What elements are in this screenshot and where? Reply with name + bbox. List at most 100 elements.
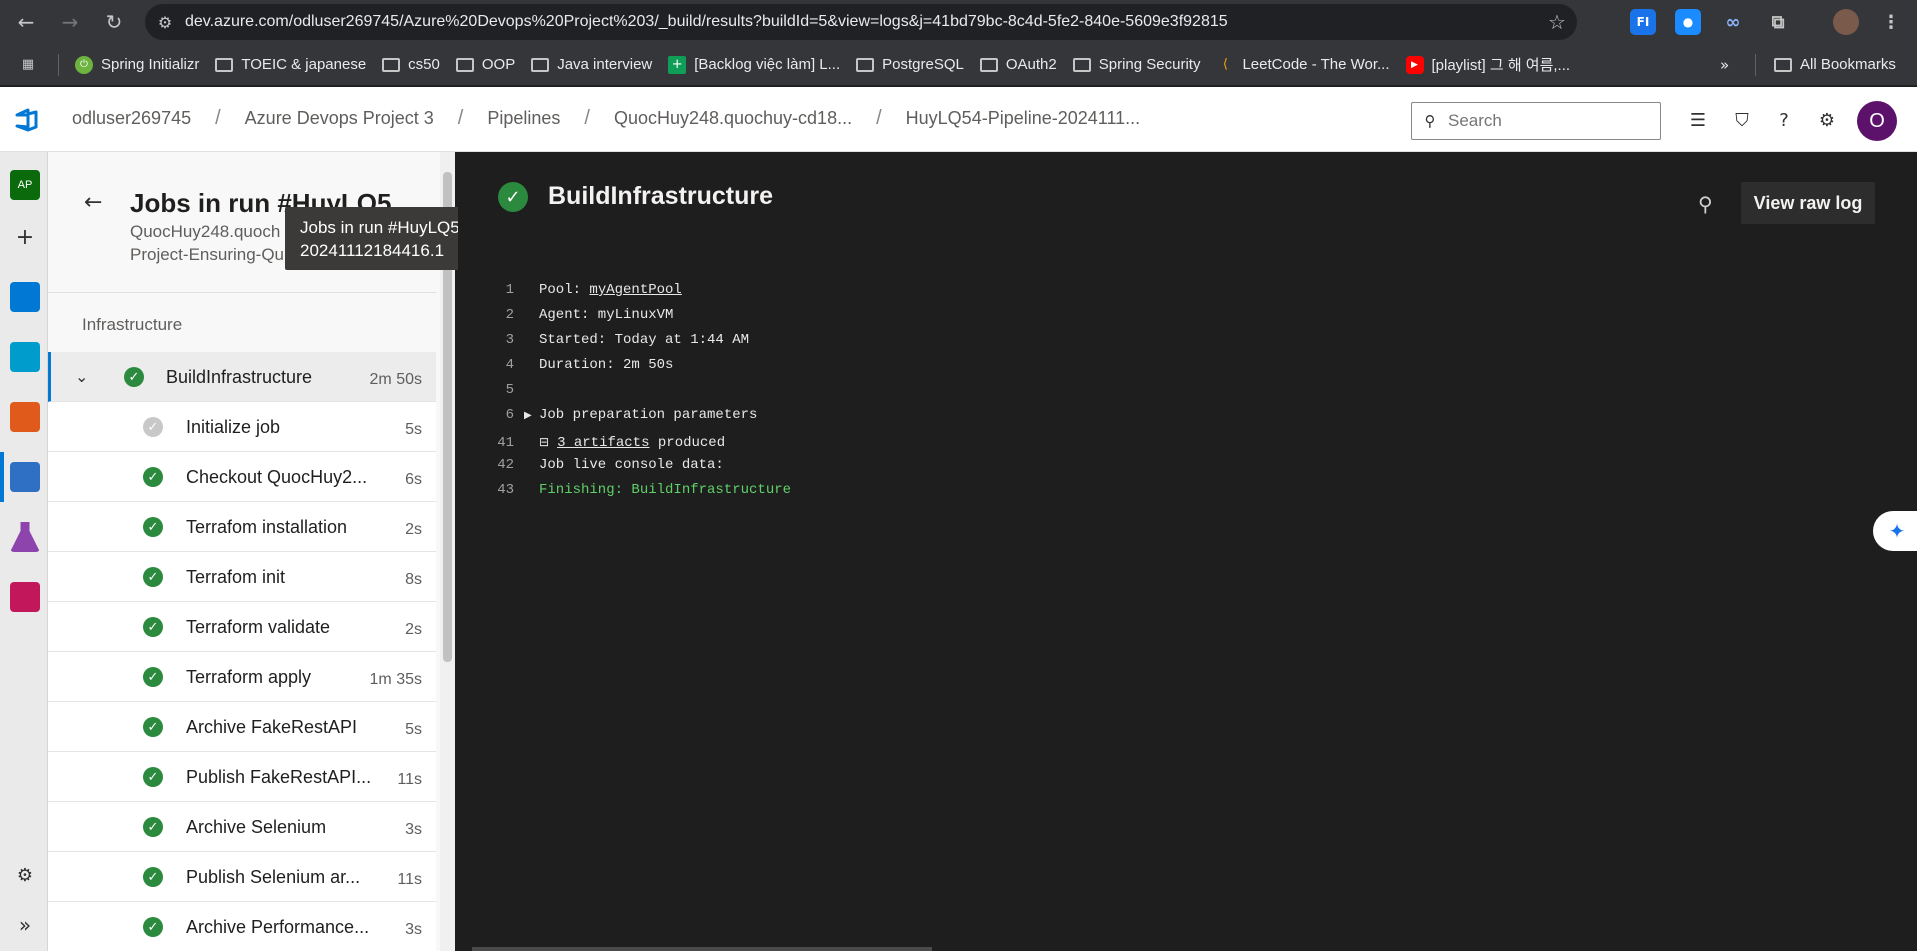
folder-icon (382, 57, 401, 72)
step-row[interactable]: ✓ Publish Selenium ar... 11s (48, 852, 436, 902)
step-row[interactable]: ✓ Terrafom init 8s (48, 552, 436, 602)
artifacts-link[interactable]: 3 artifacts (557, 435, 649, 451)
active-indicator (0, 452, 4, 502)
bookmark-item[interactable]: ⏻ Spring Initializr (67, 49, 207, 81)
success-icon: ✓ (143, 817, 163, 837)
apps-grid-icon[interactable]: ▦ (6, 49, 50, 81)
success-icon: ✓ (498, 182, 528, 212)
search-icon[interactable]: ⚲ (1698, 192, 1713, 216)
bookmark-item[interactable]: ▶ [playlist] 그 해 여름,... (1398, 49, 1579, 81)
extension-fi-icon[interactable]: FI (1630, 9, 1656, 35)
search-input[interactable] (1448, 111, 1648, 131)
breadcrumb-pipeline[interactable]: QuocHuy248.quochuy-cd18... (614, 108, 852, 129)
breadcrumb-pipelines[interactable]: Pipelines (487, 108, 560, 129)
step-name: Archive Performance... (186, 917, 370, 937)
bookmark-item[interactable]: TOEIC & japanese (207, 49, 374, 81)
bookmark-item[interactable]: + [Backlog việc làm] L... (660, 49, 848, 81)
search-box[interactable]: ⚲ (1411, 102, 1661, 140)
expand-triangle-icon[interactable]: ▶ (524, 410, 532, 421)
agent-pool-link[interactable]: myAgentPool (589, 282, 681, 298)
help-icon[interactable]: ? (1771, 107, 1797, 133)
artifacts-icon[interactable] (10, 582, 40, 612)
breadcrumb-org[interactable]: odluser269745 (72, 108, 191, 129)
success-icon: ✓ (143, 867, 163, 887)
step-row[interactable]: ✓ Initialize job 5s (48, 402, 436, 452)
extension-link-icon[interactable]: ∞ (1720, 9, 1746, 35)
bookmark-item[interactable]: Java interview (523, 49, 660, 81)
step-row[interactable]: ✓ Archive Performance... 3s (48, 902, 436, 951)
chevron-down-icon[interactable]: ⌄ (75, 367, 88, 386)
project-settings-icon[interactable]: ⚙ (10, 860, 40, 890)
step-name: Initialize job (186, 417, 281, 437)
add-icon[interactable]: + (10, 222, 40, 252)
user-settings-icon[interactable]: ⚙ (1814, 107, 1840, 133)
expand-rail-icon[interactable]: » (10, 910, 40, 940)
bookmarks-bar: ▦ ⏻ Spring Initializr TOEIC & japanese cs… (0, 44, 1917, 86)
step-row[interactable]: ✓ Publish FakeRestAPI... 11s (48, 752, 436, 802)
task-list-icon[interactable]: ☰ (1685, 107, 1711, 133)
bookmarks-divider (58, 53, 59, 76)
url-text[interactable]: dev.azure.com/odluser269745/Azure%20Devo… (185, 13, 1537, 31)
step-row[interactable]: ✓ Terraform apply 1m 35s (48, 652, 436, 702)
bookmark-item[interactable]: ⟨ LeetCode - The Wor... (1208, 49, 1397, 81)
avatar[interactable]: O (1857, 101, 1897, 141)
view-raw-log-button[interactable]: View raw log (1741, 182, 1875, 224)
breadcrumb-project[interactable]: Azure Devops Project 3 (245, 108, 434, 129)
step-duration: 5s (405, 721, 422, 738)
extension-drop-icon[interactable]: ● (1675, 9, 1701, 35)
step-duration: 11s (397, 771, 422, 788)
folder-icon (1072, 57, 1091, 72)
boards-icon[interactable] (10, 342, 40, 372)
log-title: BuildInfrastructure (548, 182, 774, 210)
step-name: Publish FakeRestAPI... (186, 767, 372, 787)
step-name: Checkout QuocHuy2... (186, 467, 368, 487)
browser-menu-icon[interactable]: ⋮ (1878, 9, 1904, 35)
more-bookmarks-icon[interactable]: » (1712, 49, 1737, 81)
azure-devops-logo-icon[interactable] (14, 107, 40, 133)
step-row[interactable]: ✓ Archive FakeRestAPI 5s (48, 702, 436, 752)
reload-icon[interactable]: ↻ (94, 2, 134, 42)
overview-icon[interactable] (10, 282, 40, 312)
extensions-puzzle-icon[interactable]: ⧉ (1765, 9, 1791, 35)
test-plans-icon[interactable] (10, 522, 40, 552)
back-arrow-icon[interactable]: ← (84, 190, 102, 215)
job-row-buildinfrastructure[interactable]: ⌄ ✓ BuildInfrastructure 2m 50s (48, 352, 436, 402)
line-number: 5 (505, 382, 514, 398)
breadcrumb-separator: / (876, 107, 882, 129)
shopping-bag-icon[interactable]: ⛉ (1729, 107, 1755, 133)
forward-arrow-icon[interactable]: → (50, 2, 90, 42)
copilot-sparkle-icon[interactable]: ✦ (1873, 511, 1917, 551)
step-row[interactable]: ✓ Terraform validate 2s (48, 602, 436, 652)
profile-avatar-icon[interactable] (1833, 9, 1859, 35)
line-number: 42 (497, 457, 514, 473)
pipelines-icon[interactable] (10, 462, 40, 492)
back-arrow-icon[interactable]: ← (6, 2, 46, 42)
line-number: 2 (505, 307, 514, 323)
line-number: 1 (505, 282, 514, 298)
bookmark-item[interactable]: Spring Security (1065, 49, 1209, 81)
step-row[interactable]: ✓ Checkout QuocHuy2... 6s (48, 452, 436, 502)
address-bar[interactable]: ⚙ dev.azure.com/odluser269745/Azure%20De… (145, 4, 1577, 40)
step-row[interactable]: ✓ Terrafom installation 2s (48, 502, 436, 552)
bookmark-item[interactable]: OOP (448, 49, 523, 81)
bookmark-item[interactable]: cs50 (374, 49, 448, 81)
project-badge[interactable]: AP (10, 170, 40, 200)
jobs-scrollbar[interactable] (440, 152, 455, 951)
step-row[interactable]: ✓ Archive Selenium 3s (48, 802, 436, 852)
site-settings-icon[interactable]: ⚙ (145, 13, 185, 32)
success-icon: ✓ (143, 767, 163, 787)
bookmark-item[interactable]: OAuth2 (972, 49, 1065, 81)
spring-icon: ⏻ (75, 55, 93, 74)
bookmark-item[interactable]: PostgreSQL (848, 49, 972, 81)
breadcrumb-run[interactable]: HuyLQ54-Pipeline-2024111... (906, 108, 1140, 129)
bookmark-star-icon[interactable]: ☆ (1537, 10, 1577, 34)
repos-icon[interactable] (10, 402, 40, 432)
panel-divider (48, 292, 436, 293)
log-horizontal-scrollbar[interactable] (472, 947, 932, 951)
log-panel: ✓ BuildInfrastructure ⚲ View raw log 1 P… (458, 152, 1917, 951)
left-nav-rail: AP + ⚙ » (0, 152, 48, 951)
step-duration: 3s (405, 921, 422, 938)
success-icon: ✓ (124, 367, 144, 387)
all-bookmarks[interactable]: All Bookmarks (1766, 49, 1904, 81)
bookmarks-divider (1755, 53, 1756, 76)
